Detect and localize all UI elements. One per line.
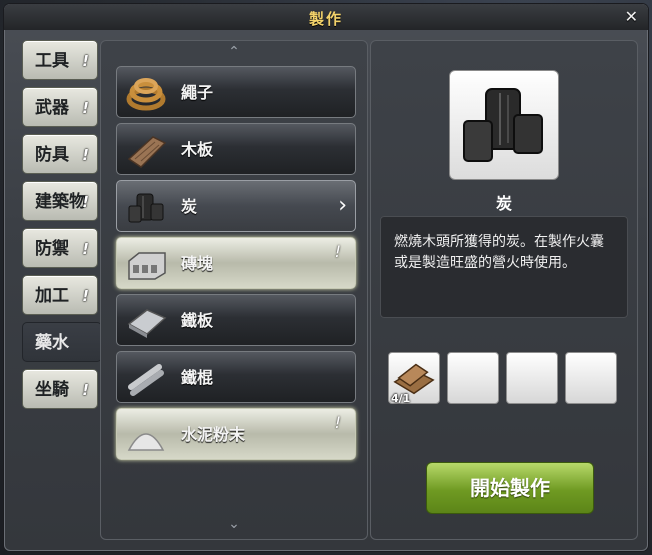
tab-potions[interactable]: 藥水 [22,322,102,362]
ingredient-slot[interactable]: 4/1 [388,352,440,405]
item-preview [449,70,559,180]
item-label: 鐵棍 [181,368,214,387]
tab-label: 加工 [35,286,69,306]
window-title: 製作 [308,10,343,28]
item-description: 燃燒木頭所獲得的炭。在製作火囊或是製造旺盛的營火時使用。 [380,216,628,318]
alert-icon: ! [82,240,89,258]
recipe-detail: 炭 燃燒木頭所獲得的炭。在製作火囊或是製造旺盛的營火時使用。 4/1 開始製作 [370,40,638,540]
recipe-list: ⌃ 繩子 木板 炭 › 磚塊 ! 鐵板 鐵棍 水泥粉末 ! ⌄ [100,40,368,540]
item-label: 炭 [181,197,198,216]
alert-icon: ! [82,99,89,117]
tab-armor[interactable]: 防具! [22,134,98,174]
tab-label: 工具 [35,51,69,71]
brick-icon [128,252,166,280]
start-crafting-button[interactable]: 開始製作 [426,462,594,514]
tab-defense[interactable]: 防禦! [22,228,98,268]
tab-label: 建築物 [35,192,86,212]
tab-buildings[interactable]: 建築物! [22,181,98,221]
item-label: 水泥粉末 [181,425,246,444]
list-item-wood-plank[interactable]: 木板 [116,123,356,175]
list-item-brick[interactable]: 磚塊 ! [116,237,356,289]
close-icon[interactable]: ✕ [625,7,638,26]
tab-mounts[interactable]: 坐騎! [22,369,98,409]
scroll-down-icon[interactable]: ⌄ [100,516,368,532]
alert-icon: ! [82,381,89,399]
list-item-cement-powder[interactable]: 水泥粉末 ! [116,408,356,460]
item-label: 木板 [181,140,214,159]
crafting-window: 製作 ✕ 工具! 武器! 防具! 建築物! 防禦! 加工! 藥水 坐騎! ⌃ 繩… [4,4,648,551]
alert-icon: ! [334,413,341,432]
item-label: 鐵板 [181,311,214,330]
charcoal-icon [463,88,543,162]
item-name: 炭 [495,194,512,213]
tab-label: 坐騎 [35,380,69,400]
alert-icon: ! [82,52,89,70]
cement-powder-icon [127,433,165,451]
list-item-iron-rod[interactable]: 鐵棍 [116,351,356,403]
list-item-charcoal[interactable]: 炭 › [116,180,356,232]
tab-label: 武器 [35,98,69,118]
ingredient-slot[interactable] [565,352,617,404]
alert-icon: ! [334,242,341,261]
alert-icon: ! [82,146,89,164]
alert-icon: ! [82,287,89,305]
tab-weapons[interactable]: 武器! [22,87,98,127]
tab-processing[interactable]: 加工! [22,275,98,315]
wood-plank-icon [127,136,167,168]
tab-label: 防禦 [35,239,69,259]
item-label: 繩子 [181,83,214,102]
tab-tools[interactable]: 工具! [22,40,98,80]
charcoal-icon [128,193,164,223]
ingredient-slot[interactable] [447,352,499,404]
chevron-right-icon: › [338,193,347,218]
tab-label: 防具 [35,145,69,165]
iron-plate-icon [127,309,167,338]
scroll-up-icon[interactable]: ⌃ [100,44,368,60]
alert-icon: ! [82,193,89,211]
ingredient-count: 4/1 [391,392,411,405]
ingredient-slot[interactable] [506,352,558,404]
item-label: 磚塊 [181,254,214,273]
category-tabs: 工具! 武器! 防具! 建築物! 防禦! 加工! 藥水 坐騎! [22,40,102,416]
rope-icon [126,78,166,111]
iron-rod-icon [128,364,164,396]
title-bar[interactable]: 製作 ✕ [4,4,648,30]
tab-label: 藥水 [35,333,69,353]
list-item-iron-plate[interactable]: 鐵板 [116,294,356,346]
list-item-rope[interactable]: 繩子 [116,66,356,118]
